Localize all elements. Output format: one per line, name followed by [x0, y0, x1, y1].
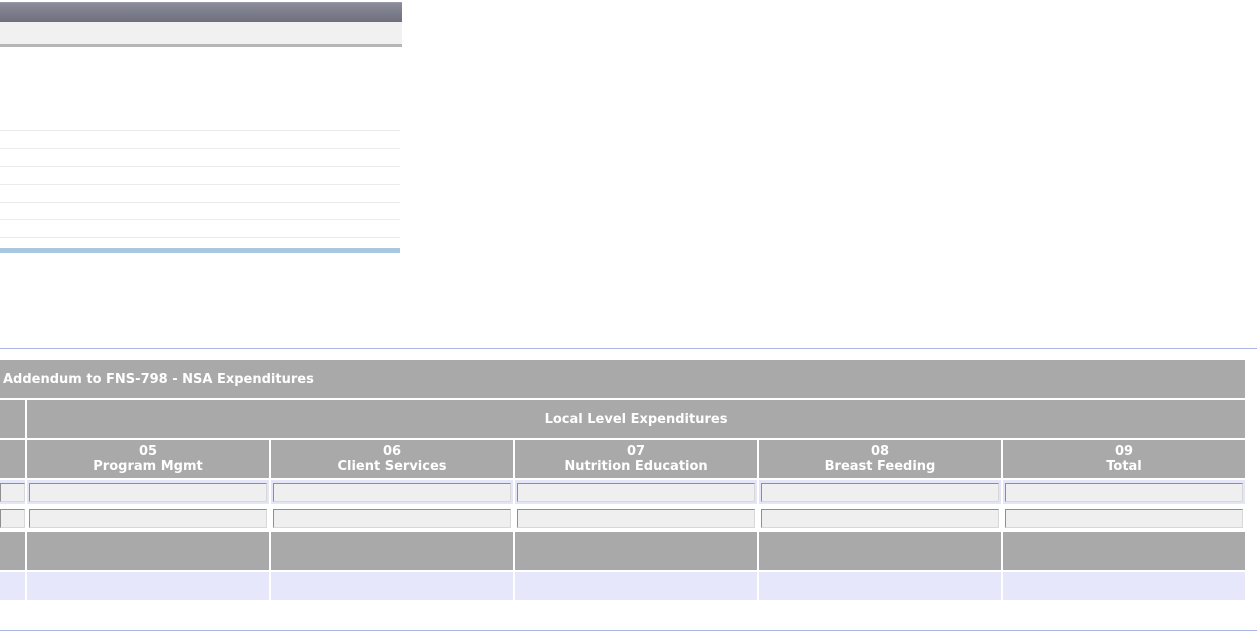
- empty-data-cell: [269, 570, 515, 602]
- panel-row-divider: [0, 166, 400, 167]
- panel-bottom-border: [0, 248, 400, 253]
- column-header-program-mgmt: 05 Program Mgmt: [25, 438, 271, 480]
- column-header-stub: [0, 438, 27, 480]
- panel-sub-bar: [0, 22, 402, 47]
- row2-program-mgmt-input[interactable]: [29, 508, 267, 528]
- row1-nutrition-education-input[interactable]: [517, 482, 755, 502]
- input-cell: [1000, 478, 1248, 506]
- column-label: Breast Feeding: [824, 459, 936, 474]
- empty-data-cell: [1000, 570, 1248, 602]
- group-header-local-level: Local Level Expenditures: [24, 398, 1248, 440]
- row-stub: [0, 478, 27, 506]
- panel-row-divider: [0, 202, 400, 203]
- row2-nutrition-education-input[interactable]: [517, 508, 755, 528]
- column-label: Client Services: [337, 459, 447, 474]
- section-divider: [0, 630, 1257, 631]
- column-label: Nutrition Education: [564, 459, 708, 474]
- row1-total-input[interactable]: [1005, 482, 1244, 502]
- input-cell: [25, 504, 271, 532]
- input-cell: [25, 478, 271, 506]
- input-cell: [1000, 504, 1248, 532]
- row1-breast-feeding-input[interactable]: [761, 482, 999, 502]
- column-code: 05: [138, 444, 158, 459]
- column-header-total: 09 Total: [1000, 438, 1248, 480]
- column-header-breast-feeding: 08 Breast Feeding: [757, 438, 1003, 480]
- section-divider: [0, 348, 1257, 349]
- column-header-client-services: 06 Client Services: [269, 438, 515, 480]
- panel-row-divider: [0, 148, 400, 149]
- empty-header-cell: [757, 530, 1003, 572]
- input-cell: [269, 504, 515, 532]
- row2-total-input[interactable]: [1005, 508, 1244, 528]
- panel-row-divider: [0, 219, 400, 220]
- empty-data-cell: [757, 570, 1003, 602]
- input-cell: [513, 478, 759, 506]
- row1-client-services-input[interactable]: [273, 482, 511, 502]
- panel-row-divider: [0, 237, 400, 238]
- panel-row-divider: [0, 130, 400, 131]
- panel-title-bar: [0, 2, 402, 23]
- column-label: Program Mgmt: [93, 459, 203, 474]
- row1-program-mgmt-input[interactable]: [29, 482, 267, 502]
- row2-stub-field[interactable]: [0, 508, 25, 528]
- column-code: 08: [870, 444, 890, 459]
- top-panel: [0, 0, 402, 260]
- empty-header-cell: [25, 530, 271, 572]
- empty-header-cell: [269, 530, 515, 572]
- empty-header-cell: [0, 530, 27, 572]
- empty-header-cell: [1000, 530, 1248, 572]
- input-cell: [269, 478, 515, 506]
- input-cell: [513, 504, 759, 532]
- empty-data-cell: [513, 570, 759, 602]
- row-stub: [0, 504, 27, 532]
- column-code: 06: [382, 444, 402, 459]
- group-header-stub: [0, 398, 27, 440]
- column-code: 09: [1114, 444, 1134, 459]
- empty-header-cell: [513, 530, 759, 572]
- panel-row-divider: [0, 184, 400, 185]
- nsa-expenditures-table: Addendum to FNS-798 - NSA Expenditures L…: [0, 360, 1248, 602]
- form-title: Addendum to FNS-798 - NSA Expenditures: [0, 360, 1248, 400]
- row2-client-services-input[interactable]: [273, 508, 511, 528]
- row1-stub-field[interactable]: [0, 482, 25, 502]
- input-cell: [757, 478, 1003, 506]
- empty-data-cell: [0, 570, 27, 602]
- empty-data-cell: [25, 570, 271, 602]
- input-cell: [757, 504, 1003, 532]
- column-header-nutrition-education: 07 Nutrition Education: [513, 438, 759, 480]
- column-code: 07: [626, 444, 646, 459]
- column-label: Total: [1106, 459, 1142, 474]
- row2-breast-feeding-input[interactable]: [761, 508, 999, 528]
